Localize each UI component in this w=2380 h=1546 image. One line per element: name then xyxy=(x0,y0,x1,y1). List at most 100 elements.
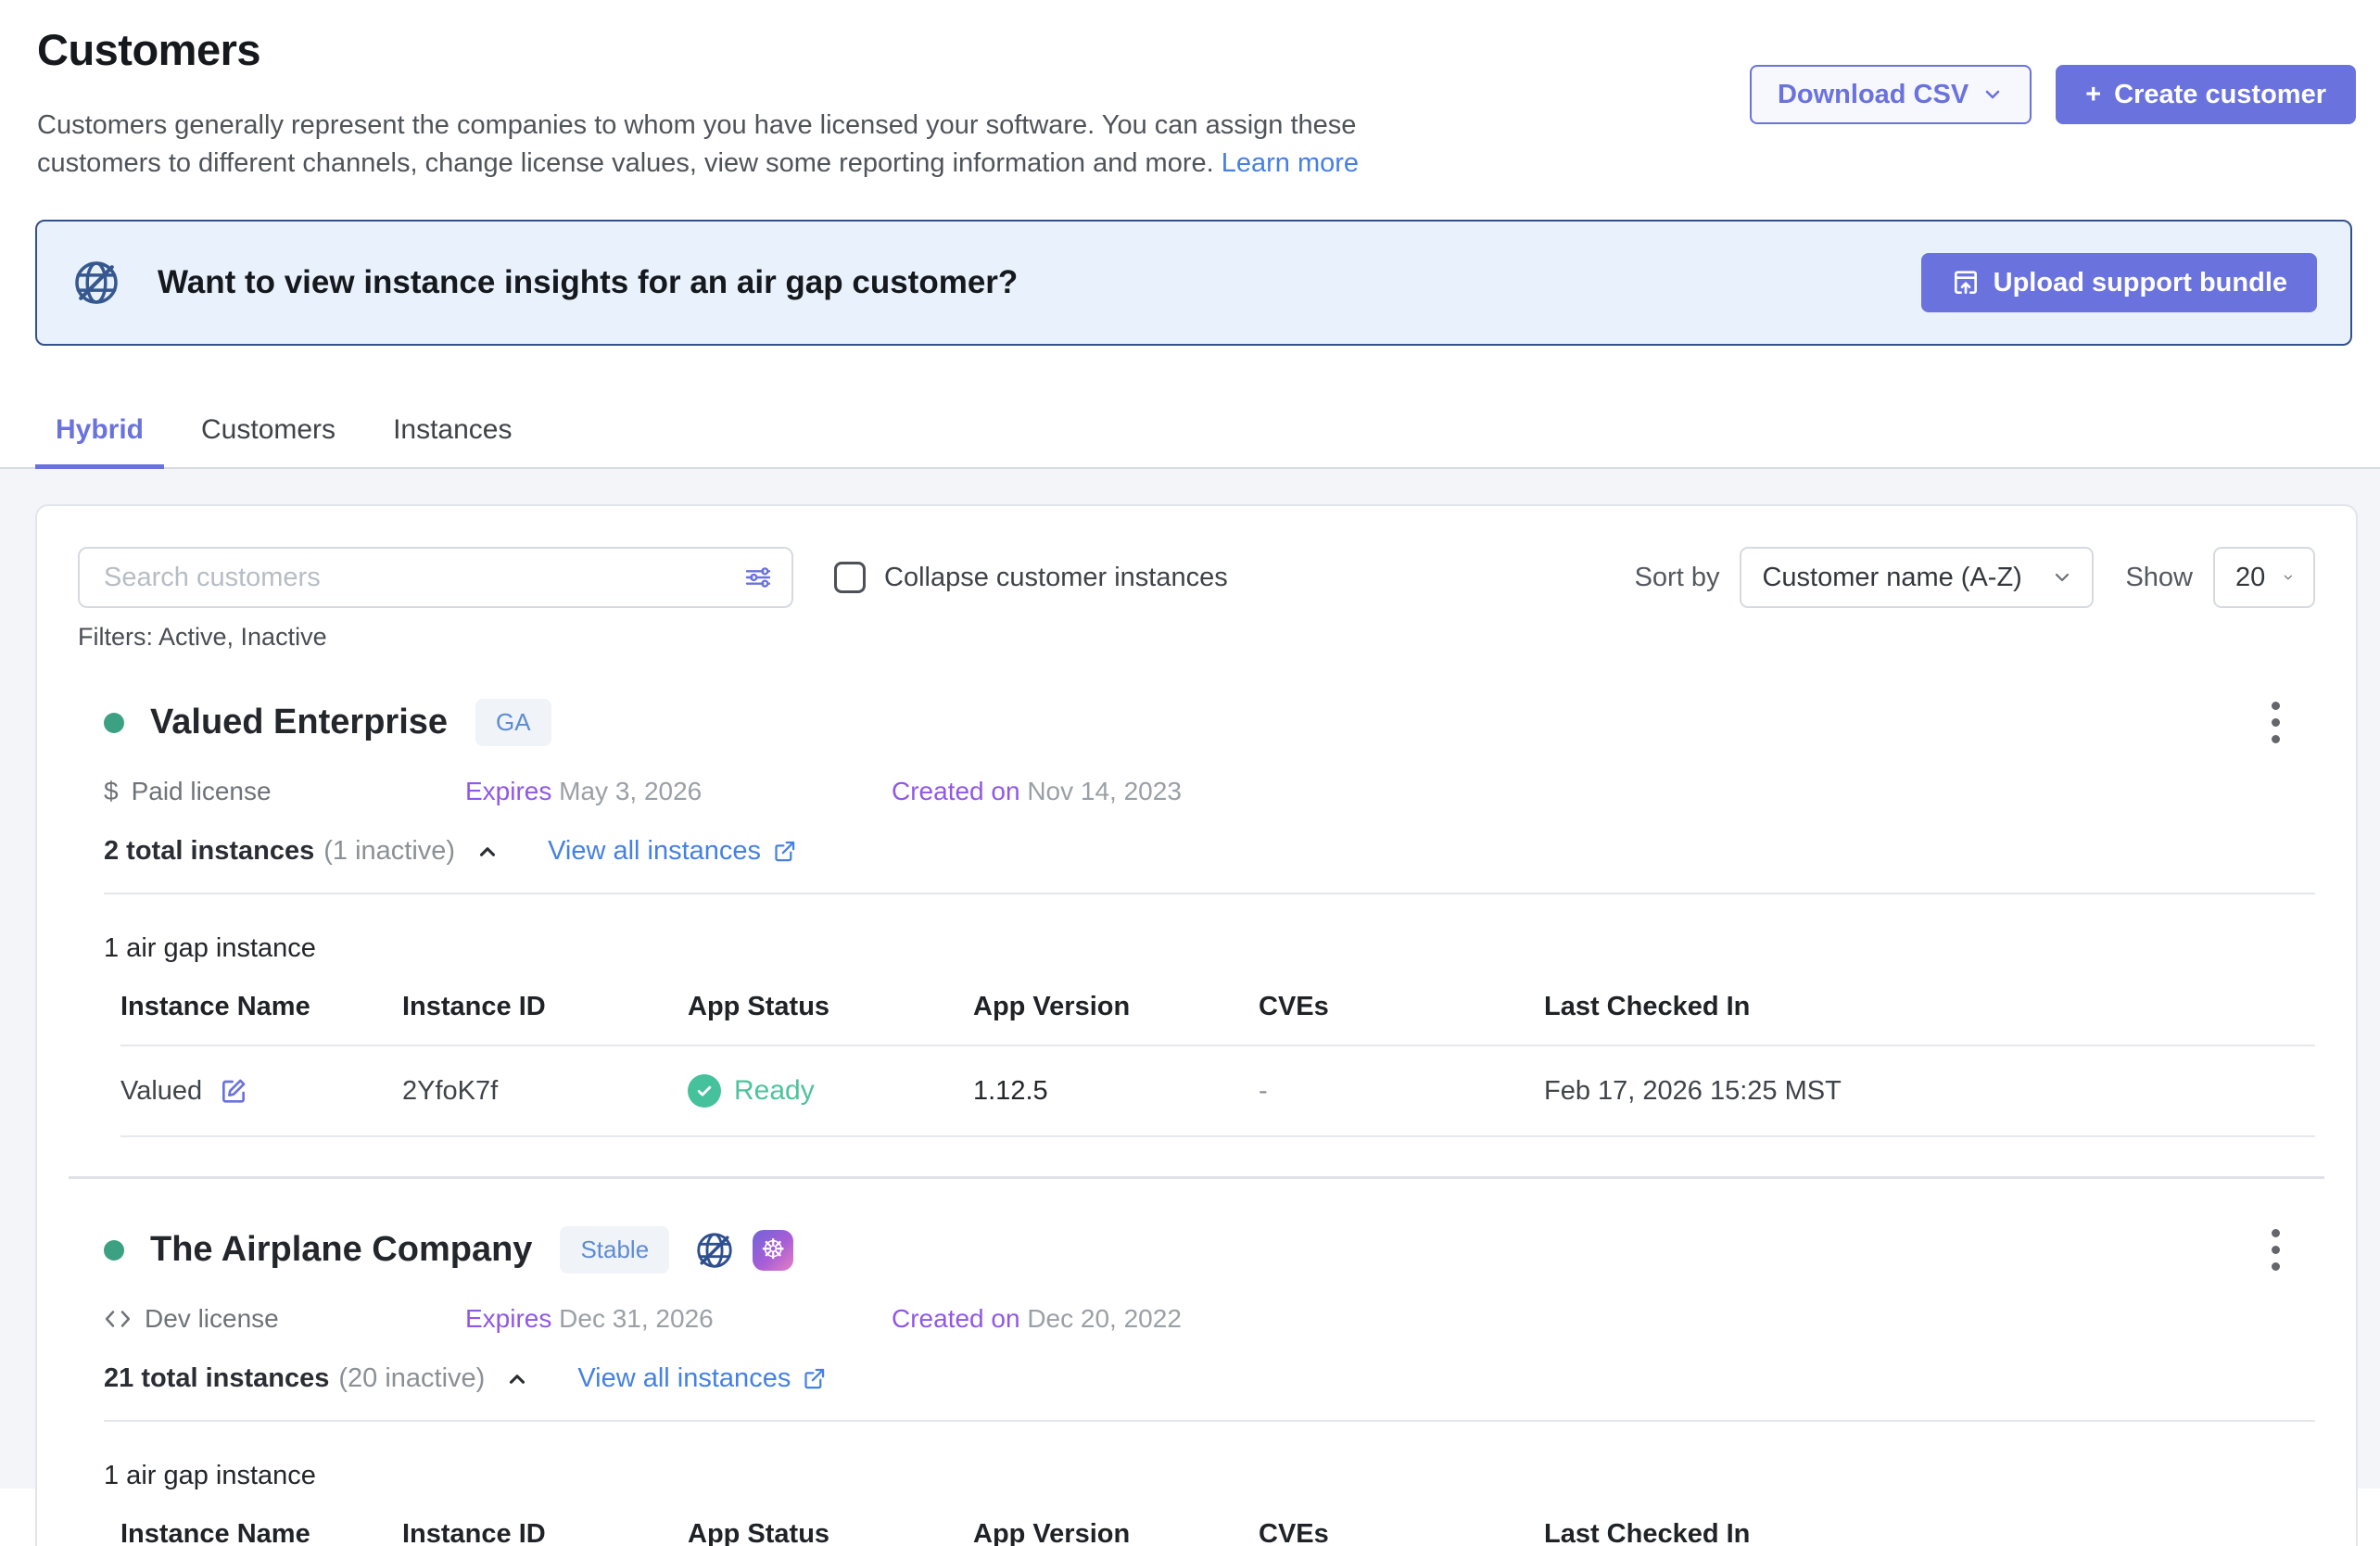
filter-sliders-icon[interactable] xyxy=(743,563,773,592)
instances-table-header: Instance Name Instance ID App Status App… xyxy=(120,1519,2315,1546)
instances-inactive: (20 inactive) xyxy=(338,1363,485,1394)
install-type-icons: ☸ xyxy=(693,1229,793,1272)
instances-inactive: (1 inactive) xyxy=(323,836,455,867)
instance-name: Valued xyxy=(120,1076,202,1107)
banner-heading: Want to view instance insights for an ai… xyxy=(158,264,1018,301)
chevron-down-icon xyxy=(2282,566,2295,589)
airgap-globe-icon xyxy=(70,257,122,309)
created-field: Created on Nov 14, 2023 xyxy=(892,777,1182,806)
app-version: 1.12.5 xyxy=(973,1076,1259,1107)
learn-more-link[interactable]: Learn more xyxy=(1222,148,1359,178)
upload-support-bundle-button[interactable]: Upload support bundle xyxy=(1921,253,2317,312)
paid-license-icon: $ xyxy=(104,777,119,806)
col-app-status: App Status xyxy=(688,1519,973,1546)
divider xyxy=(104,1420,2315,1422)
chevron-up-icon[interactable] xyxy=(505,1367,529,1391)
instance-id: 2YfoK7f xyxy=(402,1076,688,1107)
collapse-instances-checkbox[interactable] xyxy=(834,562,866,593)
created-on-label: Created on xyxy=(892,777,1020,805)
search-wrapper xyxy=(78,547,793,608)
col-instance-name: Instance Name xyxy=(120,1519,402,1546)
instances-table: Instance Name Instance ID App Status App… xyxy=(120,992,2315,1137)
customer-meta-row: Dev license Expires Dec 31, 2026 Created… xyxy=(104,1304,2315,1334)
view-all-instances-label: View all instances xyxy=(577,1363,791,1394)
customer-name: The Airplane Company xyxy=(150,1230,532,1270)
view-all-instances-label: View all instances xyxy=(548,836,761,867)
main-section: Collapse customer instances Sort by Cust… xyxy=(0,469,2380,1489)
active-status-dot xyxy=(104,1240,124,1261)
show-label: Show xyxy=(2125,563,2193,593)
customers-card: Collapse customer instances Sort by Cust… xyxy=(35,504,2358,1546)
instance-name-cell: Valued xyxy=(120,1076,402,1107)
external-link-icon xyxy=(772,839,797,864)
license-type-label: Paid license xyxy=(132,777,272,806)
toolbar: Collapse customer instances Sort by Cust… xyxy=(37,547,2356,608)
app-status: Ready xyxy=(734,1075,815,1107)
created-date: Dec 20, 2022 xyxy=(1027,1304,1182,1333)
check-circle-icon xyxy=(688,1074,721,1108)
tab-instances[interactable]: Instances xyxy=(373,392,532,469)
instances-total: 21 total instances xyxy=(104,1363,329,1394)
table-row: Valued 2YfoK7f Ready 1.12.5 - Feb 17, 20… xyxy=(120,1046,2315,1137)
download-csv-button[interactable]: Download CSV xyxy=(1750,65,2032,124)
edit-icon[interactable] xyxy=(219,1076,248,1106)
instances-summary-row: 21 total instances (20 inactive) View al… xyxy=(104,1363,2315,1394)
channel-badge: GA xyxy=(475,699,551,746)
collapse-instances-control[interactable]: Collapse customer instances xyxy=(834,562,1228,593)
show-value: 20 xyxy=(2235,563,2265,593)
download-csv-label: Download CSV xyxy=(1778,80,1969,110)
col-instance-name: Instance Name xyxy=(120,992,402,1022)
instances-table: Instance Name Instance ID App Status App… xyxy=(120,1519,2315,1546)
header-actions: Download CSV + Create customer xyxy=(1750,65,2356,124)
expires-label: Expires xyxy=(465,777,551,805)
tab-customers[interactable]: Customers xyxy=(181,392,356,469)
customer-block-the-airplane-company: The Airplane Company Stable ☸ Dev lic xyxy=(37,1179,2356,1546)
customer-title-row: Valued Enterprise GA xyxy=(104,694,2315,751)
active-filters-summary: Filters: Active, Inactive xyxy=(37,608,2356,652)
customer-menu-kebab-icon[interactable] xyxy=(2264,1222,2287,1278)
col-instance-id: Instance ID xyxy=(402,1519,688,1546)
app-status-cell: Ready xyxy=(688,1074,973,1108)
dev-license-icon xyxy=(104,1305,132,1333)
airgap-globe-icon xyxy=(693,1229,736,1272)
show-select[interactable]: 20 xyxy=(2213,547,2315,608)
col-last-checked-in: Last Checked In xyxy=(1544,1519,2315,1546)
kubernetes-helm-icon: ☸ xyxy=(753,1230,793,1271)
customer-menu-kebab-icon[interactable] xyxy=(2264,694,2287,751)
divider xyxy=(104,893,2315,894)
sort-by-label: Sort by xyxy=(1635,563,1720,593)
sort-by-select[interactable]: Customer name (A-Z) xyxy=(1740,547,2094,608)
airgap-banner: Want to view instance insights for an ai… xyxy=(35,220,2352,346)
customer-title-row: The Airplane Company Stable ☸ xyxy=(104,1222,2315,1278)
instances-total: 2 total instances xyxy=(104,836,314,867)
page-description-text: Customers generally represent the compan… xyxy=(37,110,1356,178)
col-app-version: App Version xyxy=(973,1519,1259,1546)
airgap-instance-count: 1 air gap instance xyxy=(104,1461,2315,1491)
col-last-checked-in: Last Checked In xyxy=(1544,992,2315,1022)
col-app-status: App Status xyxy=(688,992,973,1022)
sort-by-value: Customer name (A-Z) xyxy=(1762,563,2021,593)
chevron-up-icon[interactable] xyxy=(475,840,500,864)
view-all-instances-link[interactable]: View all instances xyxy=(577,1363,827,1394)
customer-block-valued-enterprise: Valued Enterprise GA $ Paid license Expi… xyxy=(37,652,2356,1137)
col-cves: CVEs xyxy=(1259,992,1544,1022)
customer-meta-row: $ Paid license Expires May 3, 2026 Creat… xyxy=(104,777,2315,806)
expires-label: Expires xyxy=(465,1304,551,1333)
upload-icon xyxy=(1951,268,1981,298)
created-date: Nov 14, 2023 xyxy=(1027,777,1182,805)
expires-date: May 3, 2026 xyxy=(559,777,702,805)
col-instance-id: Instance ID xyxy=(402,992,688,1022)
expires-field: Expires Dec 31, 2026 xyxy=(465,1304,804,1334)
plus-icon: + xyxy=(2085,80,2101,110)
cves-value: - xyxy=(1259,1076,1544,1107)
tab-bar: Hybrid Customers Instances xyxy=(0,392,2380,469)
instances-table-header: Instance Name Instance ID App Status App… xyxy=(120,992,2315,1046)
external-link-icon xyxy=(802,1366,827,1391)
tab-hybrid[interactable]: Hybrid xyxy=(35,392,164,469)
expires-date: Dec 31, 2026 xyxy=(559,1304,714,1333)
view-all-instances-link[interactable]: View all instances xyxy=(548,836,797,867)
search-input[interactable] xyxy=(78,547,793,608)
collapse-instances-label: Collapse customer instances xyxy=(884,563,1228,593)
created-on-label: Created on xyxy=(892,1304,1020,1333)
create-customer-button[interactable]: + Create customer xyxy=(2056,65,2356,124)
